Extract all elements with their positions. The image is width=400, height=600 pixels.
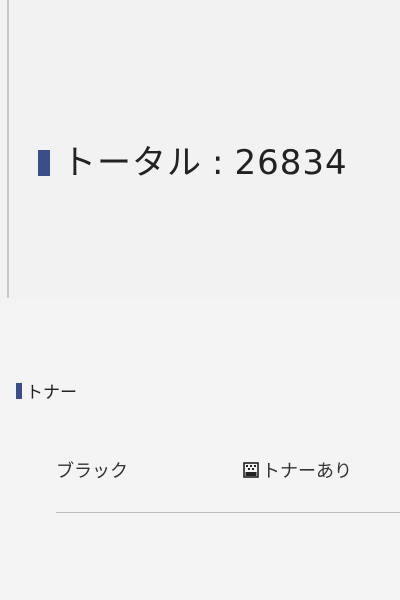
total-label: トータル xyxy=(62,143,202,183)
toner-color-name: ブラック xyxy=(56,461,128,482)
total-separator: : xyxy=(212,143,225,183)
toner-section-marker-icon xyxy=(16,382,22,399)
total-value: 26834 xyxy=(234,143,348,183)
toner-cartridge-icon xyxy=(243,462,259,478)
toner-panel: トナー ブラック トナーあり xyxy=(0,298,400,600)
toner-status-label: トナーあり xyxy=(262,461,352,482)
toner-section-title: トナー xyxy=(26,383,77,403)
total-counter: トータル : 26834 xyxy=(38,138,348,188)
toner-status: トナーあり xyxy=(242,457,352,483)
toner-row-black: ブラック トナーあり xyxy=(56,450,400,490)
total-marker-icon xyxy=(38,150,50,176)
total-panel: トータル : 26834 xyxy=(0,0,400,298)
panel-divider xyxy=(7,0,9,298)
row-divider xyxy=(56,512,400,513)
toner-section-header: トナー xyxy=(16,378,77,403)
